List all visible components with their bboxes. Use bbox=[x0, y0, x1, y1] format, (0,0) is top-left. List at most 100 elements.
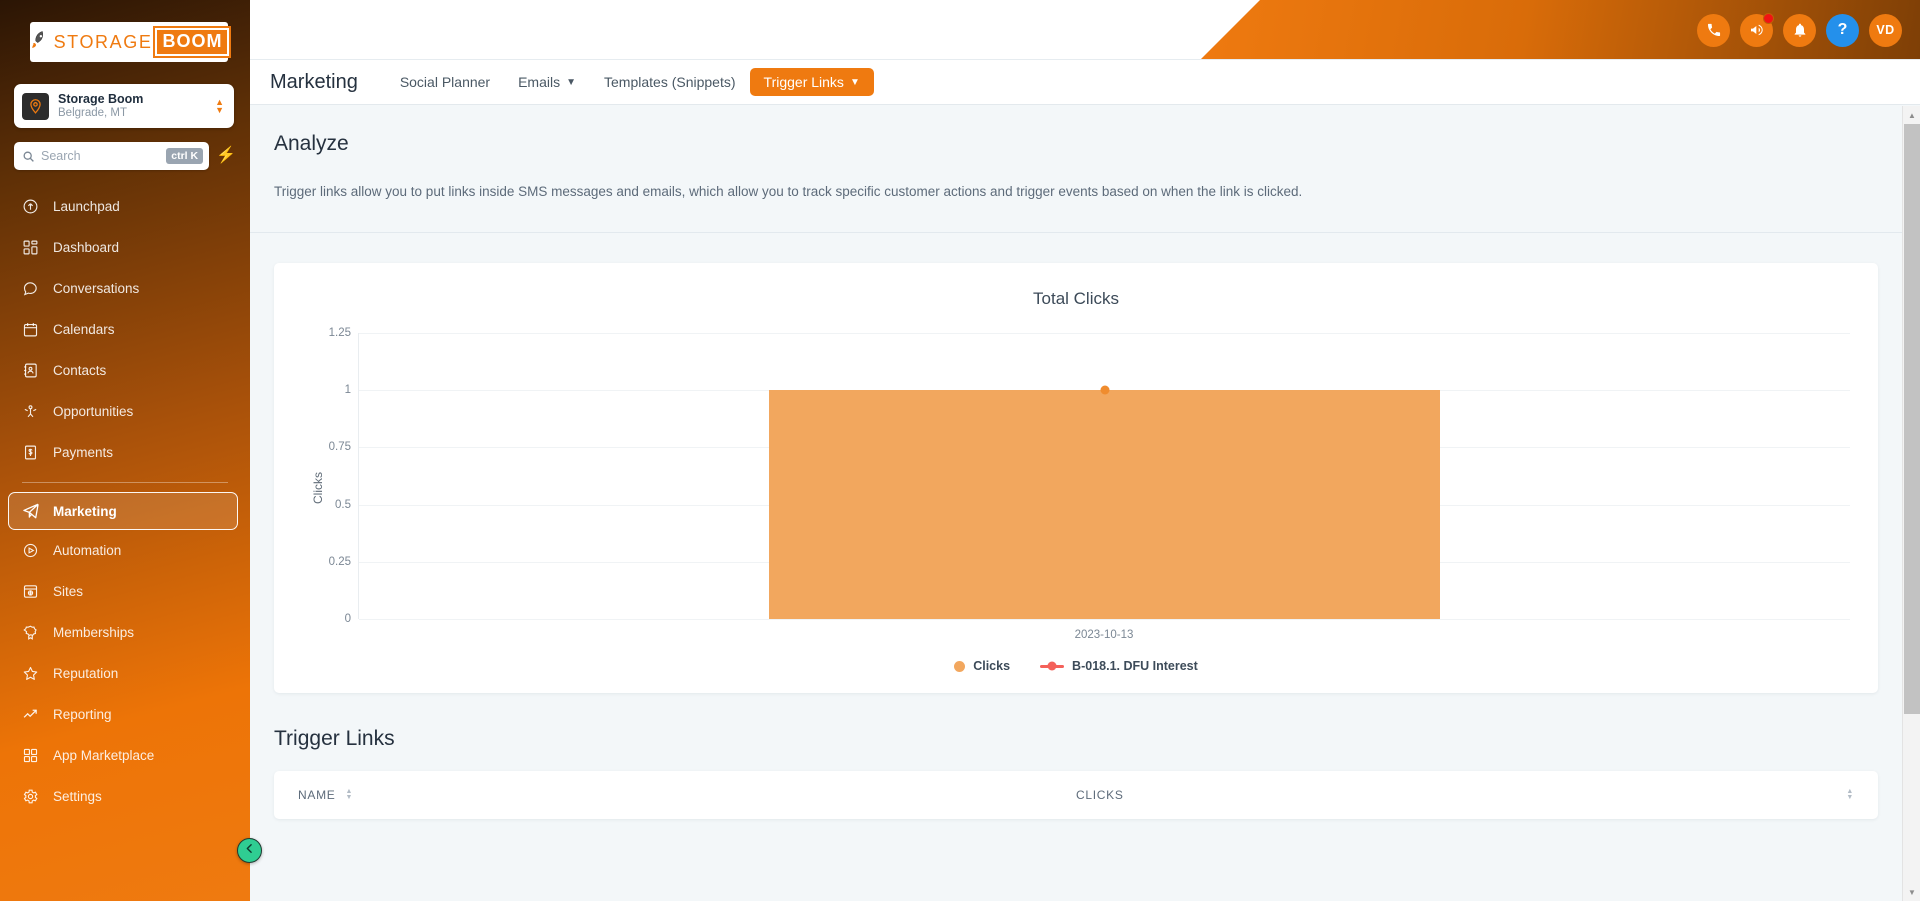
chat-bubble-icon bbox=[22, 280, 47, 297]
location-selector[interactable]: Storage Boom Belgrade, MT ▲ ▼ bbox=[14, 84, 234, 128]
location-name: Storage Boom bbox=[58, 92, 144, 106]
search-input[interactable]: Search ctrl K bbox=[14, 142, 210, 170]
chevron-left-icon bbox=[243, 842, 256, 860]
chart-title: Total Clicks bbox=[1033, 289, 1119, 308]
location-pin-icon bbox=[22, 92, 49, 120]
sidebar-item-calendars[interactable]: Calendars bbox=[0, 309, 250, 350]
y-tick: 1.25 bbox=[328, 327, 351, 339]
chevron-down-icon: ▼ bbox=[566, 76, 577, 88]
column-label: NAME bbox=[298, 788, 336, 802]
tab-social-planner[interactable]: Social Planner bbox=[386, 68, 504, 96]
sidebar-item-label: Calendars bbox=[53, 322, 115, 337]
sidebar-item-contacts[interactable]: Contacts bbox=[0, 350, 250, 391]
gear-icon bbox=[22, 788, 47, 805]
notification-badge bbox=[1763, 12, 1774, 24]
sidebar-item-label: Payments bbox=[53, 445, 114, 460]
sidebar-item-memberships[interactable]: Memberships bbox=[0, 612, 250, 653]
top-header: ? VD bbox=[250, 0, 1920, 60]
play-circle-icon bbox=[22, 542, 47, 559]
page-title: Marketing bbox=[270, 70, 358, 93]
y-tick: 1 bbox=[344, 384, 351, 397]
chart-bar[interactable] bbox=[769, 390, 1440, 619]
search-shortcut-badge: ctrl K bbox=[166, 148, 204, 164]
sidebar: STORAGE BOOM Storage Boom Belgrade, MT ▲… bbox=[0, 0, 250, 901]
sidebar-item-label: Marketing bbox=[53, 503, 117, 519]
legend-label: B-018.1. DFU Interest bbox=[1072, 659, 1198, 673]
sidebar-item-reputation[interactable]: Reputation bbox=[0, 653, 250, 694]
column-label: CLICKS bbox=[1076, 788, 1124, 802]
grid-icon bbox=[22, 239, 47, 256]
sort-arrows-icon[interactable]: ▲ ▼ bbox=[345, 788, 353, 801]
trend-up-icon bbox=[22, 706, 47, 723]
sidebar-item-conversations[interactable]: Conversations bbox=[0, 268, 250, 309]
sidebar-item-payments[interactable]: Payments bbox=[0, 432, 250, 473]
column-header-clicks[interactable]: CLICKS ▲ ▼ bbox=[1076, 788, 1854, 802]
avatar[interactable]: VD bbox=[1869, 13, 1902, 47]
tab-templates-snippets[interactable]: Templates (Snippets) bbox=[590, 68, 750, 96]
logo-text-boom: BOOM bbox=[153, 26, 232, 58]
brand-logo[interactable]: STORAGE BOOM bbox=[27, 22, 232, 62]
chart-data-point[interactable] bbox=[1100, 385, 1109, 395]
sidebar-item-label: Conversations bbox=[53, 281, 140, 296]
main-area: ? VD Marketing Social Planner Emails ▼ T… bbox=[250, 0, 1920, 901]
badge-icon bbox=[22, 624, 47, 641]
tab-trigger-links[interactable]: Trigger Links ▼ bbox=[749, 68, 874, 96]
contact-card-icon bbox=[22, 362, 47, 379]
legend-item-clicks[interactable]: Clicks bbox=[954, 659, 1010, 673]
legend-marker-line-dot bbox=[1040, 664, 1065, 668]
chevron-updown-icon[interactable]: ▲ ▼ bbox=[215, 98, 226, 115]
scrollbar-thumb[interactable] bbox=[1904, 124, 1920, 714]
sidebar-item-settings[interactable]: Settings bbox=[0, 776, 250, 817]
x-tick-label: 2023-10-13 bbox=[1074, 629, 1134, 641]
sidebar-item-dashboard[interactable]: Dashboard bbox=[0, 227, 250, 268]
sites-icon bbox=[22, 583, 47, 600]
rocket-icon bbox=[27, 28, 51, 56]
sidebar-item-automation[interactable]: Automation bbox=[0, 530, 250, 571]
sidebar-item-label: Automation bbox=[53, 543, 122, 558]
sidebar-item-label: Contacts bbox=[53, 363, 107, 378]
tab-label: Social Planner bbox=[399, 74, 491, 90]
sidebar-item-app-marketplace[interactable]: App Marketplace bbox=[0, 735, 250, 776]
phone-icon[interactable] bbox=[1697, 13, 1730, 47]
tab-emails[interactable]: Emails ▼ bbox=[504, 68, 590, 96]
trigger-links-title: Trigger Links bbox=[274, 727, 395, 750]
vertical-scrollbar[interactable]: ▲ ▼ bbox=[1902, 106, 1920, 901]
header-actions: ? VD bbox=[1697, 0, 1902, 59]
sidebar-item-marketing[interactable]: Marketing bbox=[8, 492, 238, 530]
sidebar-nav: Launchpad Dashboard Conversations Calend… bbox=[0, 186, 250, 901]
lightning-bolt-icon[interactable]: ⚡ bbox=[216, 148, 236, 164]
help-question-icon[interactable]: ? bbox=[1826, 13, 1859, 47]
sidebar-item-label: Dashboard bbox=[53, 240, 120, 255]
tab-label: Emails bbox=[518, 74, 561, 90]
calendar-icon bbox=[22, 321, 47, 338]
sidebar-item-label: Sites bbox=[53, 584, 84, 599]
column-header-name[interactable]: NAME ▲ ▼ bbox=[298, 788, 1076, 802]
scroll-down-arrow-icon[interactable]: ▼ bbox=[1903, 883, 1920, 901]
y-tick: 0 bbox=[344, 613, 351, 625]
chart-card: Total Clicks Clicks 1.25 1 0.75 0.5 0.25… bbox=[274, 263, 1878, 693]
tab-label: Trigger Links bbox=[763, 74, 844, 90]
sidebar-item-label: Opportunities bbox=[53, 404, 134, 419]
y-tick: 0.75 bbox=[328, 441, 351, 454]
analyze-description: Trigger links allow you to put links ins… bbox=[274, 184, 1303, 199]
scroll-up-arrow-icon[interactable]: ▲ bbox=[1903, 106, 1920, 124]
sidebar-collapse-button[interactable] bbox=[237, 838, 262, 863]
megaphone-icon[interactable] bbox=[1740, 12, 1774, 47]
sidebar-item-launchpad[interactable]: Launchpad bbox=[0, 186, 250, 227]
trigger-links-table: NAME ▲ ▼ CLICKS ▲ ▼ bbox=[274, 771, 1878, 819]
sidebar-item-opportunities[interactable]: Opportunities bbox=[0, 391, 250, 432]
legend-item-series[interactable]: B-018.1. DFU Interest bbox=[1040, 659, 1198, 673]
sidebar-item-sites[interactable]: Sites bbox=[0, 571, 250, 612]
search-icon bbox=[22, 150, 35, 163]
sidebar-item-reporting[interactable]: Reporting bbox=[0, 694, 250, 735]
rocket-launch-icon bbox=[22, 198, 47, 215]
sidebar-item-label: Memberships bbox=[53, 625, 135, 640]
y-axis-label: Clicks bbox=[311, 472, 325, 504]
bell-icon[interactable] bbox=[1783, 13, 1816, 47]
sort-arrows-icon[interactable]: ▲ ▼ bbox=[1846, 788, 1854, 801]
location-text: Storage Boom Belgrade, MT bbox=[58, 92, 215, 120]
section-divider bbox=[250, 232, 1902, 233]
analyze-title: Analyze bbox=[274, 132, 349, 155]
page-nav-tabs: Marketing Social Planner Emails ▼ Templa… bbox=[250, 60, 1920, 105]
app-root: STORAGE BOOM Storage Boom Belgrade, MT ▲… bbox=[0, 0, 1920, 901]
